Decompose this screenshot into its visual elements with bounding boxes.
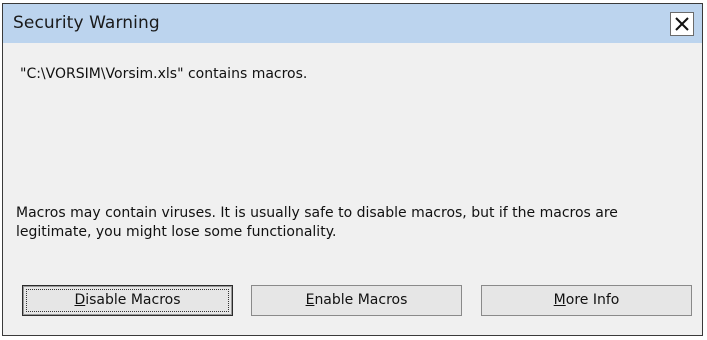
enable-macros-label: nable Macros — [314, 292, 408, 308]
dialog-title: Security Warning — [13, 13, 160, 33]
close-icon — [675, 17, 689, 31]
more-info-accel: M — [553, 292, 566, 308]
security-warning-dialog: Security Warning "C:\VORSIM\Vorsim.xls" … — [2, 3, 703, 336]
disable-macros-label: isable Macros — [85, 292, 181, 308]
disable-macros-accel: D — [74, 292, 86, 308]
more-info-label: ore Info — [565, 292, 620, 308]
more-info-button[interactable]: More Info — [481, 285, 692, 316]
enable-macros-button[interactable]: Enable Macros — [251, 285, 462, 316]
macro-warning-detail: Macros may contain viruses. It is usuall… — [16, 205, 618, 240]
macro-file-message: "C:\VORSIM\Vorsim.xls" contains macros. — [20, 66, 308, 82]
title-bar: Security Warning — [3, 4, 702, 43]
close-button[interactable] — [670, 12, 694, 36]
disable-macros-button[interactable]: Disable Macros — [22, 285, 233, 316]
